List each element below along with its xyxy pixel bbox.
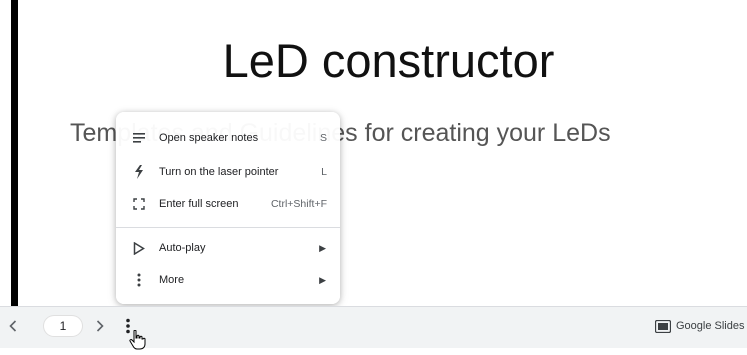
hand-cursor-icon (129, 329, 147, 350)
slide-number-selector[interactable]: 1 (44, 316, 82, 336)
menu-item-label: Auto-play (159, 242, 206, 254)
google-slides-link[interactable]: Google Slides (655, 317, 745, 335)
chevron-left-icon (9, 320, 17, 332)
slide-canvas: LeD constructor Templates and Guidelines… (0, 0, 747, 306)
google-slides-icon (655, 319, 671, 333)
menu-item-label: More (159, 274, 185, 286)
slide-number: 1 (59, 319, 67, 333)
menu-item-full-screen[interactable]: Enter full screen Ctrl+Shift+F (116, 190, 340, 218)
brand-label: Google Slides (676, 320, 745, 332)
menu-item-shortcut: S (319, 132, 327, 144)
chevron-right-icon (96, 320, 104, 332)
submenu-arrow-icon: ▶ (319, 242, 326, 253)
menu-item-laser-pointer[interactable]: Turn on the laser pointer L (116, 158, 340, 186)
presenter-toolbar: 1 Google Slides (0, 306, 747, 348)
menu-item-open-speaker-notes[interactable]: Open speaker notes S (116, 124, 340, 152)
notes-icon (130, 129, 148, 147)
next-slide-button[interactable] (92, 315, 108, 337)
menu-divider (116, 227, 340, 228)
submenu-arrow-icon: ▶ (319, 274, 326, 285)
presenter-context-menu: Open speaker notes S Turn on the laser p… (116, 112, 340, 304)
menu-item-shortcut: L (321, 166, 327, 178)
menu-item-auto-play[interactable]: Auto-play ▶ (116, 234, 340, 262)
laser-pointer-icon (130, 163, 148, 181)
menu-item-label: Turn on the laser pointer (159, 166, 279, 178)
more-vert-icon (130, 271, 148, 289)
previous-slide-button[interactable] (5, 315, 21, 337)
menu-item-label: Enter full screen (159, 198, 239, 210)
menu-item-label: Open speaker notes (159, 132, 259, 144)
menu-item-more[interactable]: More ▶ (116, 266, 340, 294)
menu-item-shortcut: Ctrl+Shift+F (270, 198, 327, 210)
fullscreen-icon (130, 195, 148, 213)
play-icon (130, 239, 148, 257)
slide-title: LeD constructor (222, 34, 555, 87)
